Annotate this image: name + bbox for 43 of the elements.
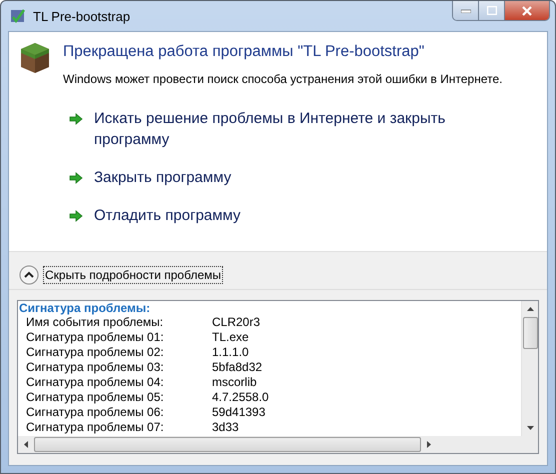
grass-block-icon bbox=[19, 41, 51, 75]
detail-label: Сигнатура проблемы 01: bbox=[26, 330, 165, 345]
action-link[interactable]: Закрыть программу bbox=[94, 167, 484, 188]
scroll-left-icon[interactable] bbox=[24, 441, 28, 448]
arrow-icon bbox=[69, 210, 83, 222]
detail-value: TL.exe bbox=[212, 330, 249, 345]
app-icon bbox=[9, 7, 27, 25]
detail-value: 4.7.2558.0 bbox=[212, 390, 269, 405]
detail-label: Имя события проблемы: bbox=[26, 315, 164, 330]
scroll-down-icon[interactable] bbox=[526, 426, 534, 430]
details-heading: Сигнатура проблемы: bbox=[19, 301, 152, 315]
detail-value: CLR20r3 bbox=[212, 315, 260, 330]
close-icon bbox=[521, 6, 533, 16]
detail-value: 59d41393 bbox=[212, 405, 266, 420]
window-title: TL Pre-bootstrap bbox=[33, 8, 130, 24]
detail-label: Сигнатура проблемы 05: bbox=[26, 390, 165, 405]
detail-label: Сигнатура проблемы 06: bbox=[26, 405, 165, 420]
maximize-icon bbox=[486, 6, 496, 15]
detail-value: 3d33 bbox=[212, 420, 239, 435]
scroll-up-icon[interactable] bbox=[526, 307, 534, 311]
collapse-icon[interactable] bbox=[19, 264, 39, 284]
maximize-button[interactable] bbox=[479, 1, 505, 20]
detail-label: Сигнатура проблемы 04: bbox=[26, 375, 165, 390]
minimize-icon bbox=[460, 8, 470, 12]
minimize-button[interactable] bbox=[453, 1, 479, 20]
detail-value: 5bfa8d32 bbox=[212, 360, 262, 375]
arrow-icon bbox=[69, 172, 83, 184]
error-message: Windows может провести поиск способа устранения этой ошибки в Интернете. bbox=[63, 72, 502, 86]
arrow-icon bbox=[69, 113, 83, 125]
scroll-thumb[interactable] bbox=[34, 437, 421, 452]
vertical-scrollbar[interactable] bbox=[521, 301, 538, 436]
error-heading: Прекращена работа программы "TL Pre-bootstrap" bbox=[63, 43, 426, 61]
detail-value: 1.1.1.0 bbox=[212, 345, 249, 360]
detail-label: Сигнатура проблемы 07: bbox=[26, 420, 165, 435]
action-link[interactable]: Отладить программу bbox=[94, 205, 484, 226]
detail-value: mscorlib bbox=[212, 375, 257, 390]
scroll-thumb[interactable] bbox=[522, 317, 538, 349]
detail-label: Сигнатура проблемы 03: bbox=[26, 360, 165, 375]
scroll-right-icon[interactable] bbox=[427, 441, 431, 448]
details-toggle[interactable]: Скрыть подробности проблемы bbox=[43, 266, 223, 284]
detail-label: Сигнатура проблемы 02: bbox=[26, 345, 165, 360]
close-button[interactable] bbox=[505, 1, 549, 20]
action-link[interactable]: Искать решение проблемы в Интернете и закрыть программу bbox=[94, 108, 484, 150]
